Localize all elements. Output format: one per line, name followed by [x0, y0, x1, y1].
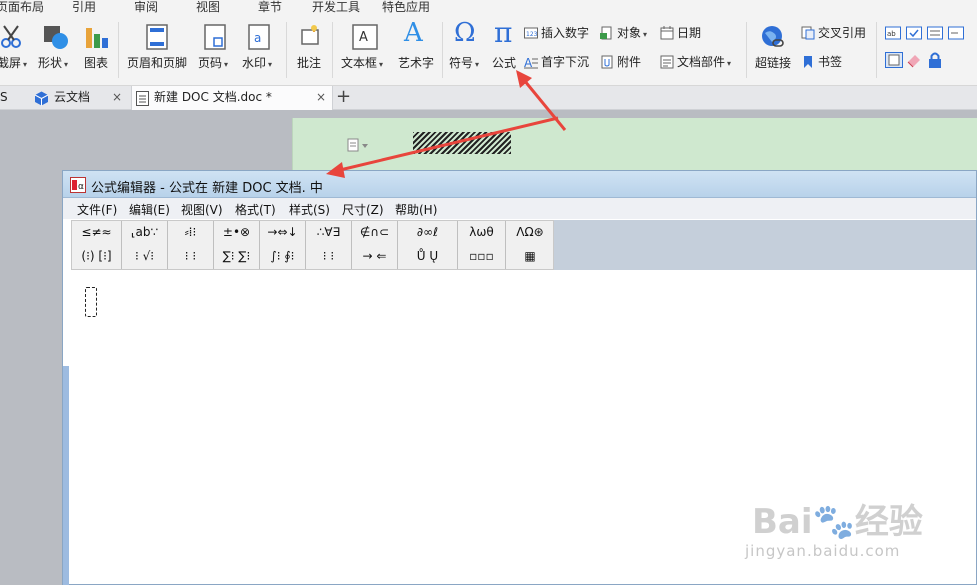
baidu-watermark-logo: Bai🐾经验 — [752, 502, 923, 542]
arrow-to-editor-title — [326, 116, 559, 178]
baidu-watermark-url: jingyan.baidu.com — [745, 542, 901, 560]
